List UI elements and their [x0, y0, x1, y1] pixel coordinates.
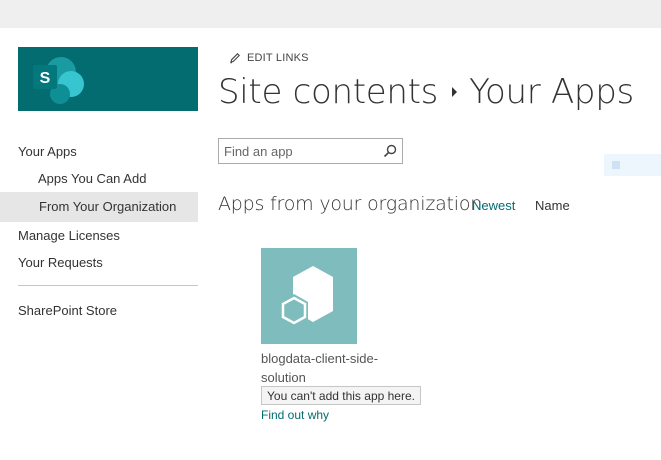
nav-item-your-apps[interactable]: Your Apps — [0, 138, 198, 165]
section-title: Apps from your organization — [218, 193, 483, 215]
nav-item-your-requests[interactable]: Your Requests — [0, 249, 198, 276]
sort-newest-link[interactable]: Newest — [472, 198, 515, 213]
square-icon — [612, 161, 620, 169]
app-cubes-icon — [280, 266, 333, 327]
sort-name-link[interactable]: Name — [535, 198, 570, 213]
left-navigation: Your Apps Apps You Can Add From Your Org… — [0, 138, 198, 324]
svg-text:S: S — [40, 70, 51, 87]
site-logo[interactable]: S — [18, 47, 198, 111]
edit-links-label: EDIT LINKS — [247, 52, 309, 64]
breadcrumb-separator-icon — [452, 87, 458, 97]
nav-divider — [18, 285, 198, 286]
breadcrumb-site-contents[interactable]: Site contents — [218, 72, 438, 112]
pencil-icon — [230, 53, 240, 64]
breadcrumb-your-apps: Your Apps — [469, 72, 634, 112]
nav-item-sharepoint-store[interactable]: SharePoint Store — [0, 297, 198, 324]
find-out-why-link[interactable]: Find out why — [261, 408, 329, 422]
sharepoint-logo-icon: S — [33, 55, 84, 104]
app-name[interactable]: blogdata-client-side-solution — [261, 349, 411, 387]
app-tile[interactable] — [261, 248, 357, 344]
app-search-box[interactable] — [218, 138, 403, 164]
app-status-message: You can't add this app here. — [261, 386, 421, 405]
search-icon[interactable] — [383, 144, 397, 158]
page-title: Site contents Your Apps — [218, 72, 634, 112]
nav-item-manage-licenses[interactable]: Manage Licenses — [0, 222, 198, 249]
app-search-input[interactable] — [219, 139, 379, 163]
nav-item-from-your-organization[interactable]: From Your Organization — [0, 192, 198, 222]
nav-item-apps-you-can-add[interactable]: Apps You Can Add — [0, 165, 198, 192]
suite-bar — [0, 0, 661, 28]
edit-links-button[interactable]: EDIT LINKS — [229, 52, 309, 64]
partial-command-button — [604, 154, 661, 176]
